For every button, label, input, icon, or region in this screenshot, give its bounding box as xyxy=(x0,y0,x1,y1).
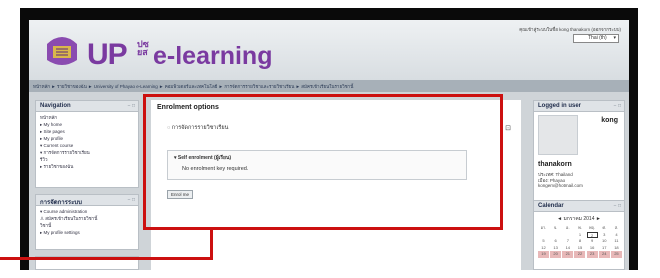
breadcrumb: หน้าหลัก ► รายวิชาของฉัน ► University of… xyxy=(29,80,629,92)
admin-item[interactable]: ♙ สมัครเข้าเรียนในรายวิชานี้ xyxy=(40,215,134,222)
administration-block-header: การจัดการระบบ − □ xyxy=(36,195,138,206)
admin-item[interactable]: ▸ My profile settings xyxy=(40,229,134,236)
nav-item[interactable]: ▾ การจัดการรายวิชาเรียน xyxy=(40,149,134,156)
block-controls-icon[interactable]: − □ xyxy=(614,103,621,109)
user-email[interactable]: kongem@hotmail.com xyxy=(538,183,583,188)
language-value: Thai (th) xyxy=(588,35,607,41)
annotation-pointer-line xyxy=(210,230,213,260)
calendar-week-row: 19 20 21 22 23 24 25 xyxy=(538,251,622,258)
username-label: kong xyxy=(601,117,618,124)
next-month-icon[interactable]: ► xyxy=(594,216,601,222)
logged-in-user-header: Logged in user − □ xyxy=(534,101,624,112)
navigation-block-header: Navigation − □ xyxy=(36,101,138,112)
nav-item[interactable]: ▸ My home xyxy=(40,121,134,128)
site-header: UP ปซ ยส e-learning คุณเข้าสู่ระบบในชื่อ… xyxy=(29,20,629,80)
logged-in-user-block: Logged in user − □ kong thanakorn ประเทศ… xyxy=(533,100,625,210)
calendar-block: Calendar − □ ◄ มกราคม 2014 ► อา. จ. อ. พ. พฤ… xyxy=(533,200,625,270)
calendar-header: Calendar − □ xyxy=(534,201,624,212)
nav-item[interactable]: ▾ Current course xyxy=(40,142,134,149)
nav-item[interactable]: รีวิว xyxy=(40,156,134,163)
calendar-grid: อา. จ. อ. พ. พฤ. ศ. ส. 1234 5 6 7 8 9 10 11 12 13 14 15… xyxy=(538,225,622,258)
logo-elearning-text: e-learning xyxy=(153,42,273,70)
logged-in-user-title: Logged in user xyxy=(538,103,582,109)
user-fullname[interactable]: thanakorn xyxy=(538,161,572,168)
calendar-month: ◄ มกราคม 2014 ► xyxy=(557,216,601,222)
login-info-link[interactable]: คุณเข้าสู่ระบบในชื่อ kong thanakorn (ออก… xyxy=(519,26,621,33)
admin-item[interactable]: ▾ Course administration xyxy=(40,208,134,215)
chevron-down-icon: ▾ xyxy=(613,35,616,41)
nav-item[interactable]: ▸ Site pages xyxy=(40,128,134,135)
admin-item[interactable]: วิชานี้ xyxy=(40,222,134,229)
nav-item[interactable]: ▸ My profile xyxy=(40,135,134,142)
block-controls-icon[interactable]: − □ xyxy=(128,103,135,109)
navigation-block: Navigation − □ หน้าหลัก ▸ My home ▸ Site… xyxy=(35,100,139,188)
navigation-tree: หน้าหลัก ▸ My home ▸ Site pages ▸ My pro… xyxy=(36,112,138,172)
administration-block: การจัดการระบบ − □ ▾ Course administratio… xyxy=(35,194,139,250)
annotation-highlight-box xyxy=(143,94,503,230)
administration-title: การจัดการระบบ xyxy=(40,200,82,206)
breadcrumb-text[interactable]: หน้าหลัก ► รายวิชาของฉัน ► University of… xyxy=(33,83,353,90)
university-crest-icon xyxy=(47,37,77,65)
administration-tree: ▾ Course administration ♙ สมัครเข้าเรียน… xyxy=(36,206,138,238)
calendar-title: Calendar xyxy=(538,203,564,209)
nav-item[interactable]: ▸ รายวิชาของฉัน xyxy=(40,163,134,170)
block-controls-icon[interactable]: − □ xyxy=(128,197,135,203)
logo-up-text: UP xyxy=(87,38,128,71)
navigation-title: Navigation xyxy=(40,103,71,109)
annotation-pointer-line xyxy=(0,257,213,260)
block-controls-icon[interactable]: − □ xyxy=(614,203,621,209)
logo-superscript: ปซ ยส xyxy=(137,39,149,57)
nav-item[interactable]: หน้าหลัก xyxy=(40,114,134,121)
user-avatar[interactable] xyxy=(538,115,578,155)
enrol-key-icon[interactable]: ⊡ xyxy=(505,124,511,132)
language-select[interactable]: Thai (th) ▾ xyxy=(573,34,619,43)
